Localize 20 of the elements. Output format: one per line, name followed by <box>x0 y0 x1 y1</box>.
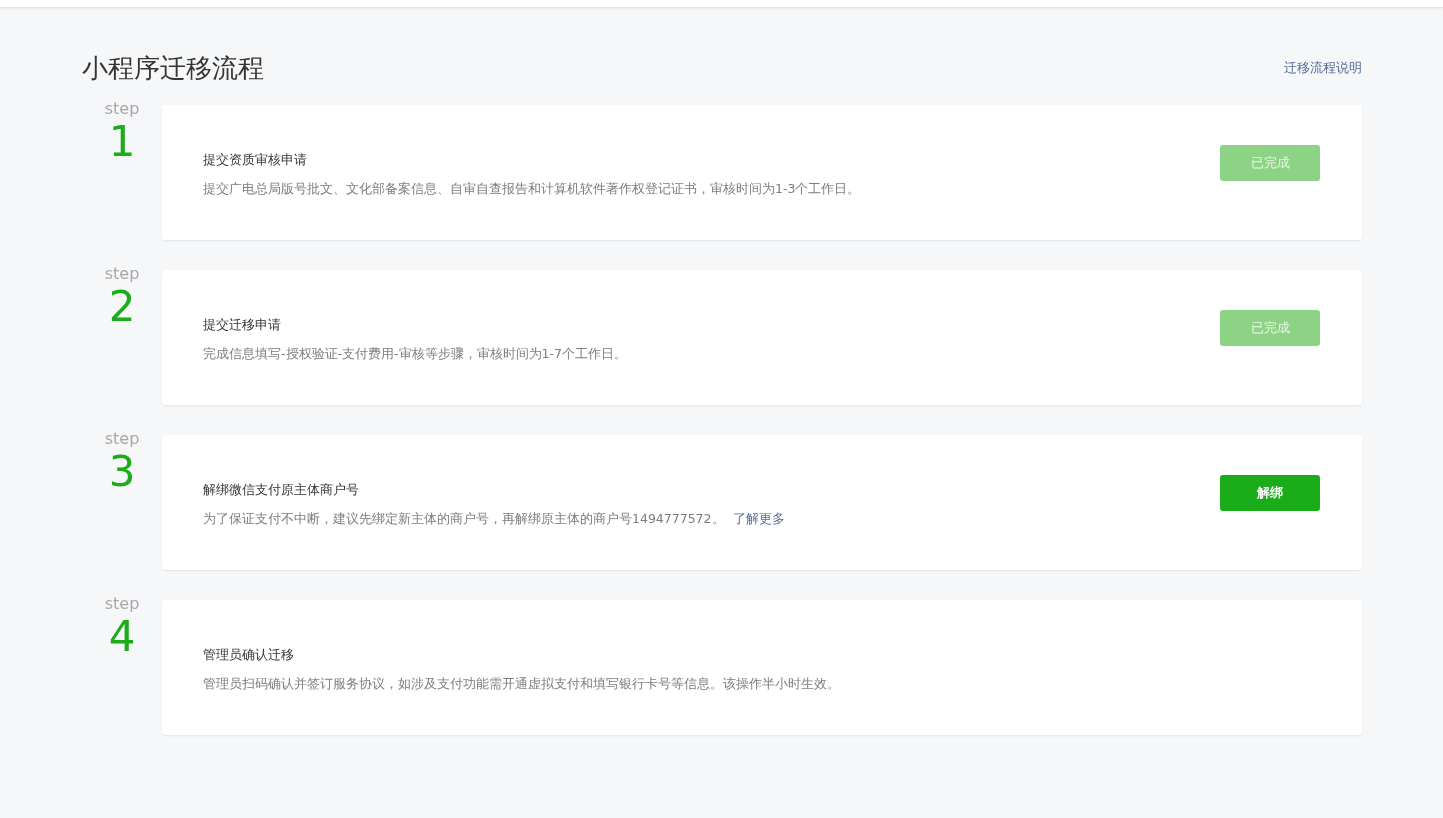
step-label: step <box>104 594 140 614</box>
step-title: 管理员确认迁移 <box>203 646 295 664</box>
step-description: 管理员扫码确认并签订服务协议，如涉及支付功能需开通虚拟支付和填写银行卡号等信息。该操作半小时生效。 <box>203 676 840 693</box>
step-label: step <box>104 264 140 284</box>
step-number: 2 <box>108 284 136 330</box>
step-description: 提交广电总局版号批文、文化部备案信息、自审自查报告和计算机软件著作权登记证书，审核时间为1-3个工作日。 <box>203 181 861 198</box>
step-title: 提交迁移申请 <box>203 316 282 334</box>
help-link[interactable]: 迁移流程说明 <box>1284 59 1362 77</box>
step-number: 3 <box>108 449 136 495</box>
step-title: 解绑微信支付原主体商户号 <box>203 481 360 499</box>
step-description: 为了保证支付不中断，建议先绑定新主体的商户号，再解绑原主体的商户号1494777572。 <box>203 511 725 528</box>
page-title: 小程序迁移流程 <box>82 51 264 85</box>
step-label: step <box>104 429 140 449</box>
unbind-button[interactable]: 解绑 <box>1220 474 1320 511</box>
step-title: 提交资质审核申请 <box>203 151 308 169</box>
step-label: step <box>104 99 140 119</box>
step-number: 4 <box>108 614 136 660</box>
learn-more-link[interactable]: 了解更多 <box>732 511 785 528</box>
step-description: 完成信息填写-授权验证-支付费用-审核等步骤，审核时间为1-7个工作日。 <box>203 346 627 363</box>
step-number: 1 <box>108 119 136 165</box>
